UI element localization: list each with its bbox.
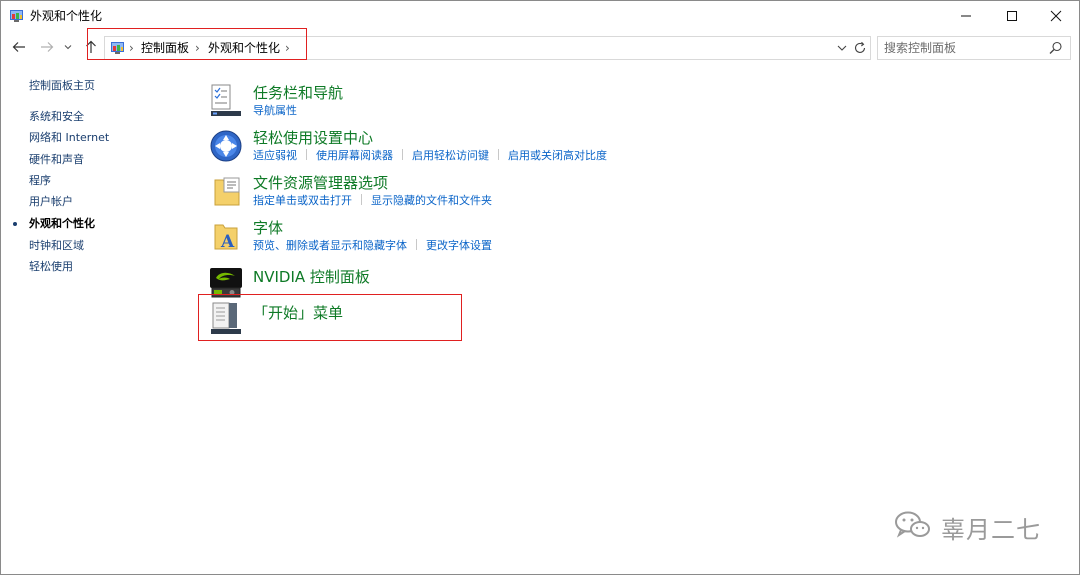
- arrow-right-icon: [41, 42, 54, 52]
- link-navigation-properties[interactable]: 导航属性: [253, 104, 297, 117]
- svg-text:A: A: [220, 232, 235, 252]
- link-separator: [498, 149, 499, 160]
- link-separator: [306, 149, 307, 160]
- close-icon: [1050, 10, 1062, 22]
- refresh-icon: [854, 41, 866, 53]
- search-box[interactable]: [877, 36, 1071, 60]
- category-links: 预览、删除或者显示和隐藏字体 更改字体设置: [253, 239, 492, 253]
- close-button[interactable]: [1033, 1, 1079, 31]
- sidebar-item-network[interactable]: 网络和 Internet: [29, 131, 109, 145]
- category-links: 导航属性: [253, 104, 297, 118]
- sidebar-home-link[interactable]: 控制面板主页: [29, 79, 95, 93]
- category-title-taskbar[interactable]: 任务栏和导航: [253, 83, 343, 103]
- link-separator: [416, 239, 417, 250]
- folder-options-icon: [209, 174, 243, 208]
- address-highlight-box: [87, 28, 307, 60]
- search-input[interactable]: [884, 39, 1044, 57]
- link-preview-fonts[interactable]: 预览、删除或者显示和隐藏字体: [253, 239, 407, 252]
- refresh-button[interactable]: [852, 39, 868, 57]
- chevron-down-icon: [64, 45, 72, 50]
- link-separator: [361, 194, 362, 205]
- minimize-button[interactable]: [943, 1, 989, 31]
- arrow-left-icon: [12, 42, 25, 52]
- sidebar-item-ease-of-access[interactable]: 轻松使用: [29, 260, 73, 274]
- link-show-hidden-files[interactable]: 显示隐藏的文件和文件夹: [371, 194, 492, 207]
- recent-locations-button[interactable]: [61, 37, 75, 57]
- taskbar-icon: [209, 84, 243, 118]
- category-links: 指定单击或双击打开 显示隐藏的文件和文件夹: [253, 194, 492, 208]
- category-title-ease-of-access[interactable]: 轻松使用设置中心: [253, 128, 373, 148]
- chevron-down-icon: [837, 45, 847, 51]
- sidebar-item-user-accounts[interactable]: 用户帐户: [29, 195, 73, 209]
- link-separator: [402, 149, 403, 160]
- category-title-nvidia[interactable]: NVIDIA 控制面板: [253, 267, 370, 287]
- sidebar-item-hardware-sound[interactable]: 硬件和声音: [29, 153, 84, 167]
- link-access-keys[interactable]: 启用轻松访问键: [412, 149, 489, 162]
- address-history-button[interactable]: [834, 39, 850, 57]
- start-menu-highlight-box: [198, 294, 462, 341]
- sidebar-item-system-security[interactable]: 系统和安全: [29, 110, 84, 124]
- sidebar-item-appearance[interactable]: 外观和个性化: [29, 217, 95, 231]
- maximize-button[interactable]: [989, 1, 1035, 31]
- ease-of-access-icon: [209, 129, 243, 163]
- category-title-fonts[interactable]: 字体: [253, 218, 283, 238]
- watermark-text: 辜月二七: [941, 515, 1041, 544]
- category-title-file-explorer[interactable]: 文件资源管理器选项: [253, 173, 388, 193]
- category-links: 适应弱视 使用屏幕阅读器 启用轻松访问键 启用或关闭高对比度: [253, 149, 607, 163]
- window-title: 外观和个性化: [30, 9, 103, 23]
- link-low-vision[interactable]: 适应弱视: [253, 149, 297, 162]
- forward-button[interactable]: [37, 37, 57, 57]
- link-high-contrast[interactable]: 启用或关闭高对比度: [508, 149, 607, 162]
- watermark: 辜月二七: [893, 510, 1041, 544]
- title-bar: 外观和个性化: [1, 1, 1079, 31]
- minimize-icon: [961, 15, 971, 17]
- link-single-double-click[interactable]: 指定单击或双击打开: [253, 194, 352, 207]
- back-button[interactable]: [9, 37, 29, 57]
- control-panel-icon: [9, 8, 25, 24]
- control-panel-window: 外观和个性化 › 控制面板 › 外观和个性化 › 搜索控制面板 控制面板主页 系…: [0, 0, 1080, 575]
- link-font-settings[interactable]: 更改字体设置: [426, 239, 492, 252]
- wechat-icon: [893, 510, 933, 544]
- active-item-bullet: [13, 222, 17, 226]
- sidebar-item-clock-region[interactable]: 时钟和区域: [29, 239, 84, 253]
- maximize-icon: [1007, 11, 1017, 21]
- fonts-folder-icon: A: [209, 219, 243, 253]
- search-icon[interactable]: [1048, 40, 1064, 56]
- link-screen-reader[interactable]: 使用屏幕阅读器: [316, 149, 393, 162]
- sidebar-item-programs[interactable]: 程序: [29, 174, 51, 188]
